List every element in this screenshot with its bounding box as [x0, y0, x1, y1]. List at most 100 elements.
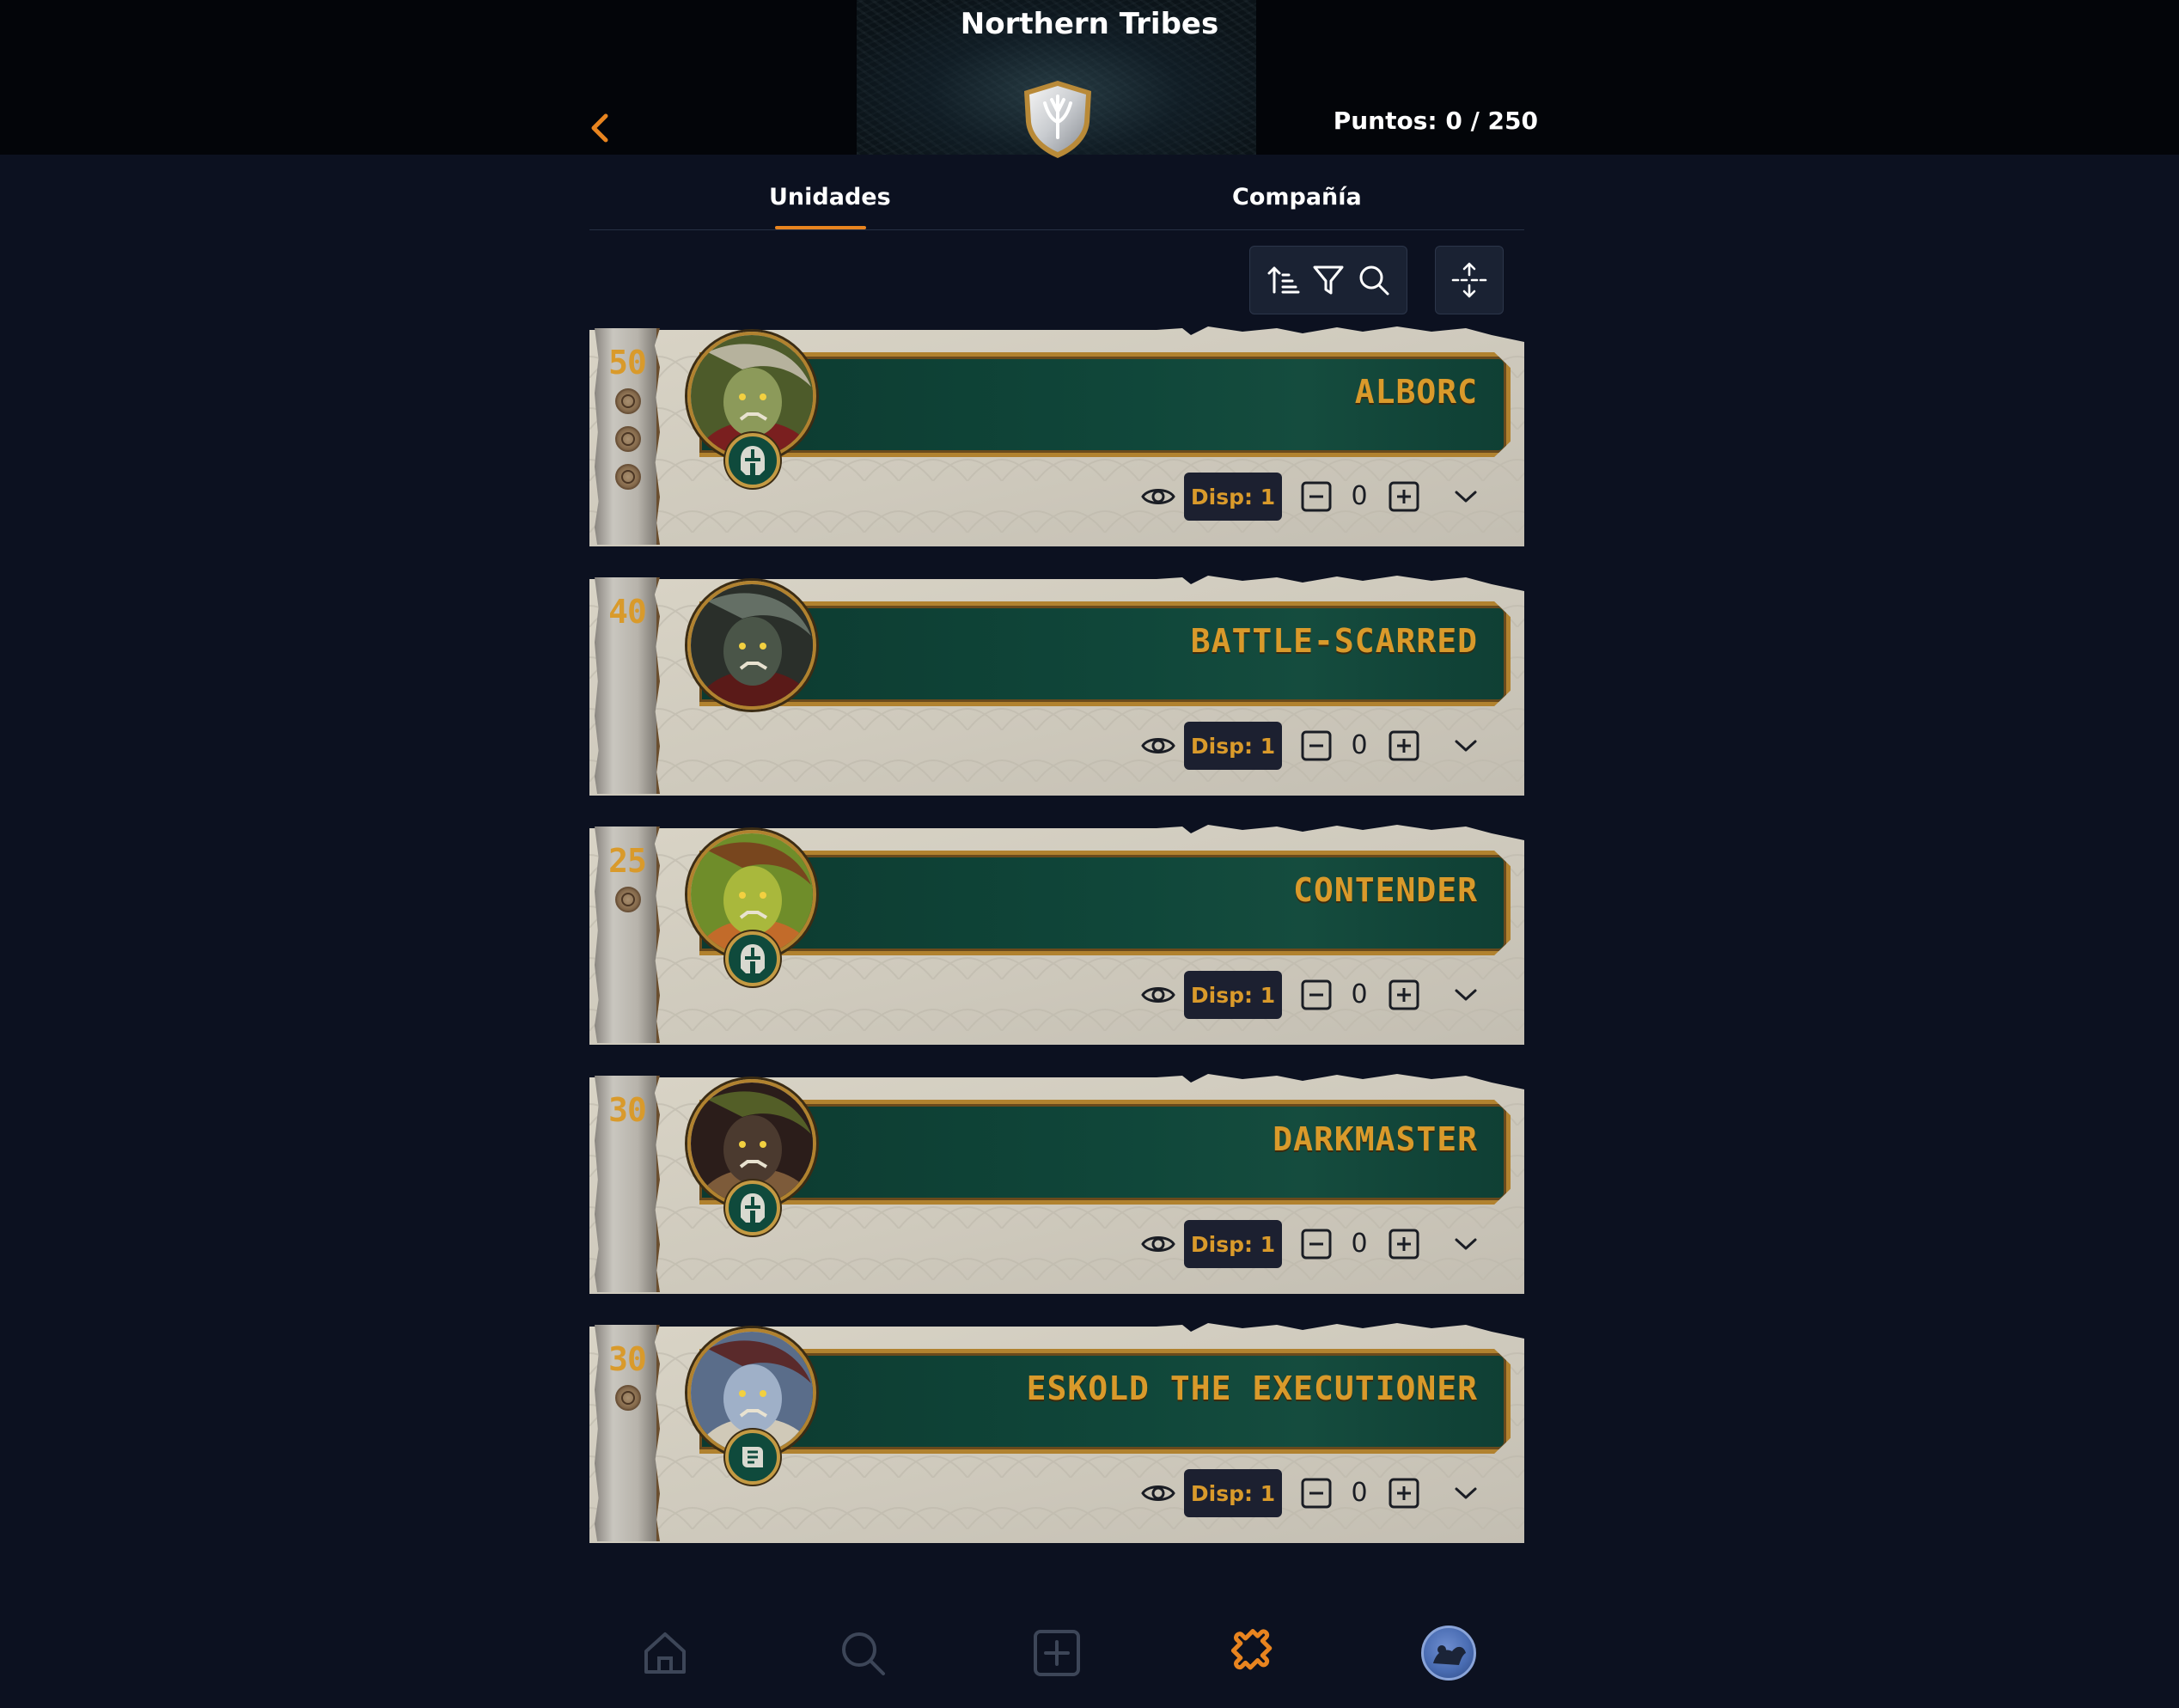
minus-icon	[1301, 730, 1332, 761]
view-unit-button[interactable]	[1136, 1473, 1181, 1514]
role-badge	[725, 1180, 780, 1235]
chevron-down-icon	[1455, 491, 1477, 503]
quantity-value: 0	[1351, 481, 1368, 511]
home-icon	[644, 1632, 686, 1674]
quantity-value: 0	[1351, 1229, 1368, 1259]
minus-icon	[1301, 481, 1332, 512]
helmet-icon	[738, 942, 767, 975]
view-unit-button[interactable]	[1136, 476, 1181, 517]
availability-badge: Disp: 1	[1184, 722, 1282, 770]
tab-company[interactable]: Compañía	[1232, 184, 1362, 210]
unit-cost: 25	[608, 842, 647, 880]
chevron-down-icon	[1455, 989, 1477, 1001]
role-badge	[725, 931, 780, 986]
plus-icon	[1389, 730, 1419, 761]
cost-strip: 30	[595, 1076, 660, 1292]
unit-name: DARKMASTER	[1273, 1120, 1478, 1158]
expand-card-button[interactable]	[1447, 478, 1485, 515]
unit-card[interactable]: 50 ALBORC Disp: 1 0	[589, 326, 1524, 546]
sort-button[interactable]	[1263, 259, 1304, 301]
expand-card-button[interactable]	[1447, 1225, 1485, 1263]
eye-icon	[1141, 987, 1175, 1003]
plus-icon	[1389, 979, 1419, 1010]
increase-button[interactable]	[1385, 478, 1423, 515]
eye-icon	[1141, 738, 1175, 753]
decrease-button[interactable]	[1297, 727, 1335, 765]
quantity-value: 0	[1351, 1478, 1368, 1508]
availability-badge: Disp: 1	[1184, 1220, 1282, 1268]
unit-cost: 40	[608, 593, 647, 631]
app-screen: Northern Tribes Puntos: 0 / 250 Unidades…	[0, 0, 2179, 1708]
unit-controls: Disp: 1 0	[1136, 1467, 1514, 1519]
cost-strip: 50	[595, 328, 660, 545]
expand-card-button[interactable]	[1447, 1474, 1485, 1512]
cost-pips	[615, 887, 643, 924]
header: Northern Tribes Puntos: 0 / 250	[0, 0, 2179, 158]
chevron-down-icon	[1455, 1238, 1477, 1250]
unit-cost: 50	[608, 344, 647, 381]
unit-name: CONTENDER	[1293, 871, 1478, 909]
unit-name: BATTLE-SCARRED	[1190, 622, 1478, 660]
unit-card[interactable]: 25 CONTENDER Disp: 1 0	[589, 825, 1524, 1045]
cost-strip: 25	[595, 827, 660, 1043]
nav-search-button[interactable]	[828, 1619, 897, 1687]
view-unit-button[interactable]	[1136, 725, 1181, 766]
chevron-down-icon	[1455, 740, 1477, 752]
scroll-icon	[737, 1442, 768, 1473]
availability-badge: Disp: 1	[1184, 1469, 1282, 1517]
unit-card[interactable]: 30 DARKMASTER Disp: 1 0	[589, 1074, 1524, 1294]
view-unit-button[interactable]	[1136, 974, 1181, 1016]
active-tab-indicator	[775, 226, 866, 229]
filter-button[interactable]	[1308, 259, 1349, 301]
nav-profile-button[interactable]	[1414, 1619, 1483, 1687]
expand-card-button[interactable]	[1447, 976, 1485, 1014]
helmet-icon	[738, 444, 767, 477]
view-unit-button[interactable]	[1136, 1223, 1181, 1265]
chevron-down-icon	[1455, 1487, 1477, 1499]
decrease-button[interactable]	[1297, 1225, 1335, 1263]
nav-puzzle-button[interactable]	[1218, 1619, 1287, 1687]
expand-collapse-button[interactable]	[1435, 246, 1504, 314]
expand-collapse-icon	[1451, 262, 1487, 298]
plus-icon	[1389, 1229, 1419, 1260]
quantity-value: 0	[1351, 979, 1368, 1010]
minus-icon	[1301, 1229, 1332, 1260]
decrease-button[interactable]	[1297, 1474, 1335, 1512]
role-badge	[725, 433, 780, 488]
quantity-value: 0	[1351, 730, 1368, 760]
bottom-navigation	[589, 1615, 1524, 1693]
eye-icon	[1141, 1236, 1175, 1252]
cost-pip-icon	[615, 426, 641, 452]
increase-button[interactable]	[1385, 1474, 1423, 1512]
cost-pip-icon	[615, 887, 641, 912]
avatar	[1421, 1626, 1476, 1681]
sort-icon	[1267, 266, 1299, 294]
nav-home-button[interactable]	[631, 1619, 699, 1687]
increase-button[interactable]	[1385, 727, 1423, 765]
nav-add-button[interactable]	[1022, 1619, 1091, 1687]
search-button[interactable]	[1353, 259, 1395, 301]
decrease-button[interactable]	[1297, 976, 1335, 1014]
increase-button[interactable]	[1385, 976, 1423, 1014]
decrease-button[interactable]	[1297, 478, 1335, 515]
unit-name: ALBORC	[1354, 373, 1478, 411]
faction-shield-icon	[1024, 81, 1091, 158]
cost-pips	[615, 388, 643, 502]
role-badge	[725, 1430, 780, 1485]
unit-card[interactable]: 40 BATTLE-SCARRED Disp: 1 0	[589, 576, 1524, 796]
filter-icon	[1313, 265, 1344, 295]
tab-bar: Unidades Compañía	[589, 172, 1524, 230]
puzzle-icon	[1230, 1629, 1273, 1670]
tab-units[interactable]: Unidades	[769, 184, 891, 210]
search-icon	[1359, 265, 1389, 296]
unit-cost: 30	[608, 1091, 647, 1129]
points-counter: Puntos: 0 / 250	[1333, 107, 1538, 135]
unit-controls: Disp: 1 0	[1136, 969, 1514, 1021]
back-button[interactable]	[581, 107, 619, 149]
minus-icon	[1301, 1478, 1332, 1509]
availability-badge: Disp: 1	[1184, 971, 1282, 1019]
cost-pip-icon	[615, 1385, 641, 1411]
expand-card-button[interactable]	[1447, 727, 1485, 765]
unit-card[interactable]: 30 ESKOLD THE EXECUTIONER Disp: 1 0	[589, 1323, 1524, 1543]
increase-button[interactable]	[1385, 1225, 1423, 1263]
